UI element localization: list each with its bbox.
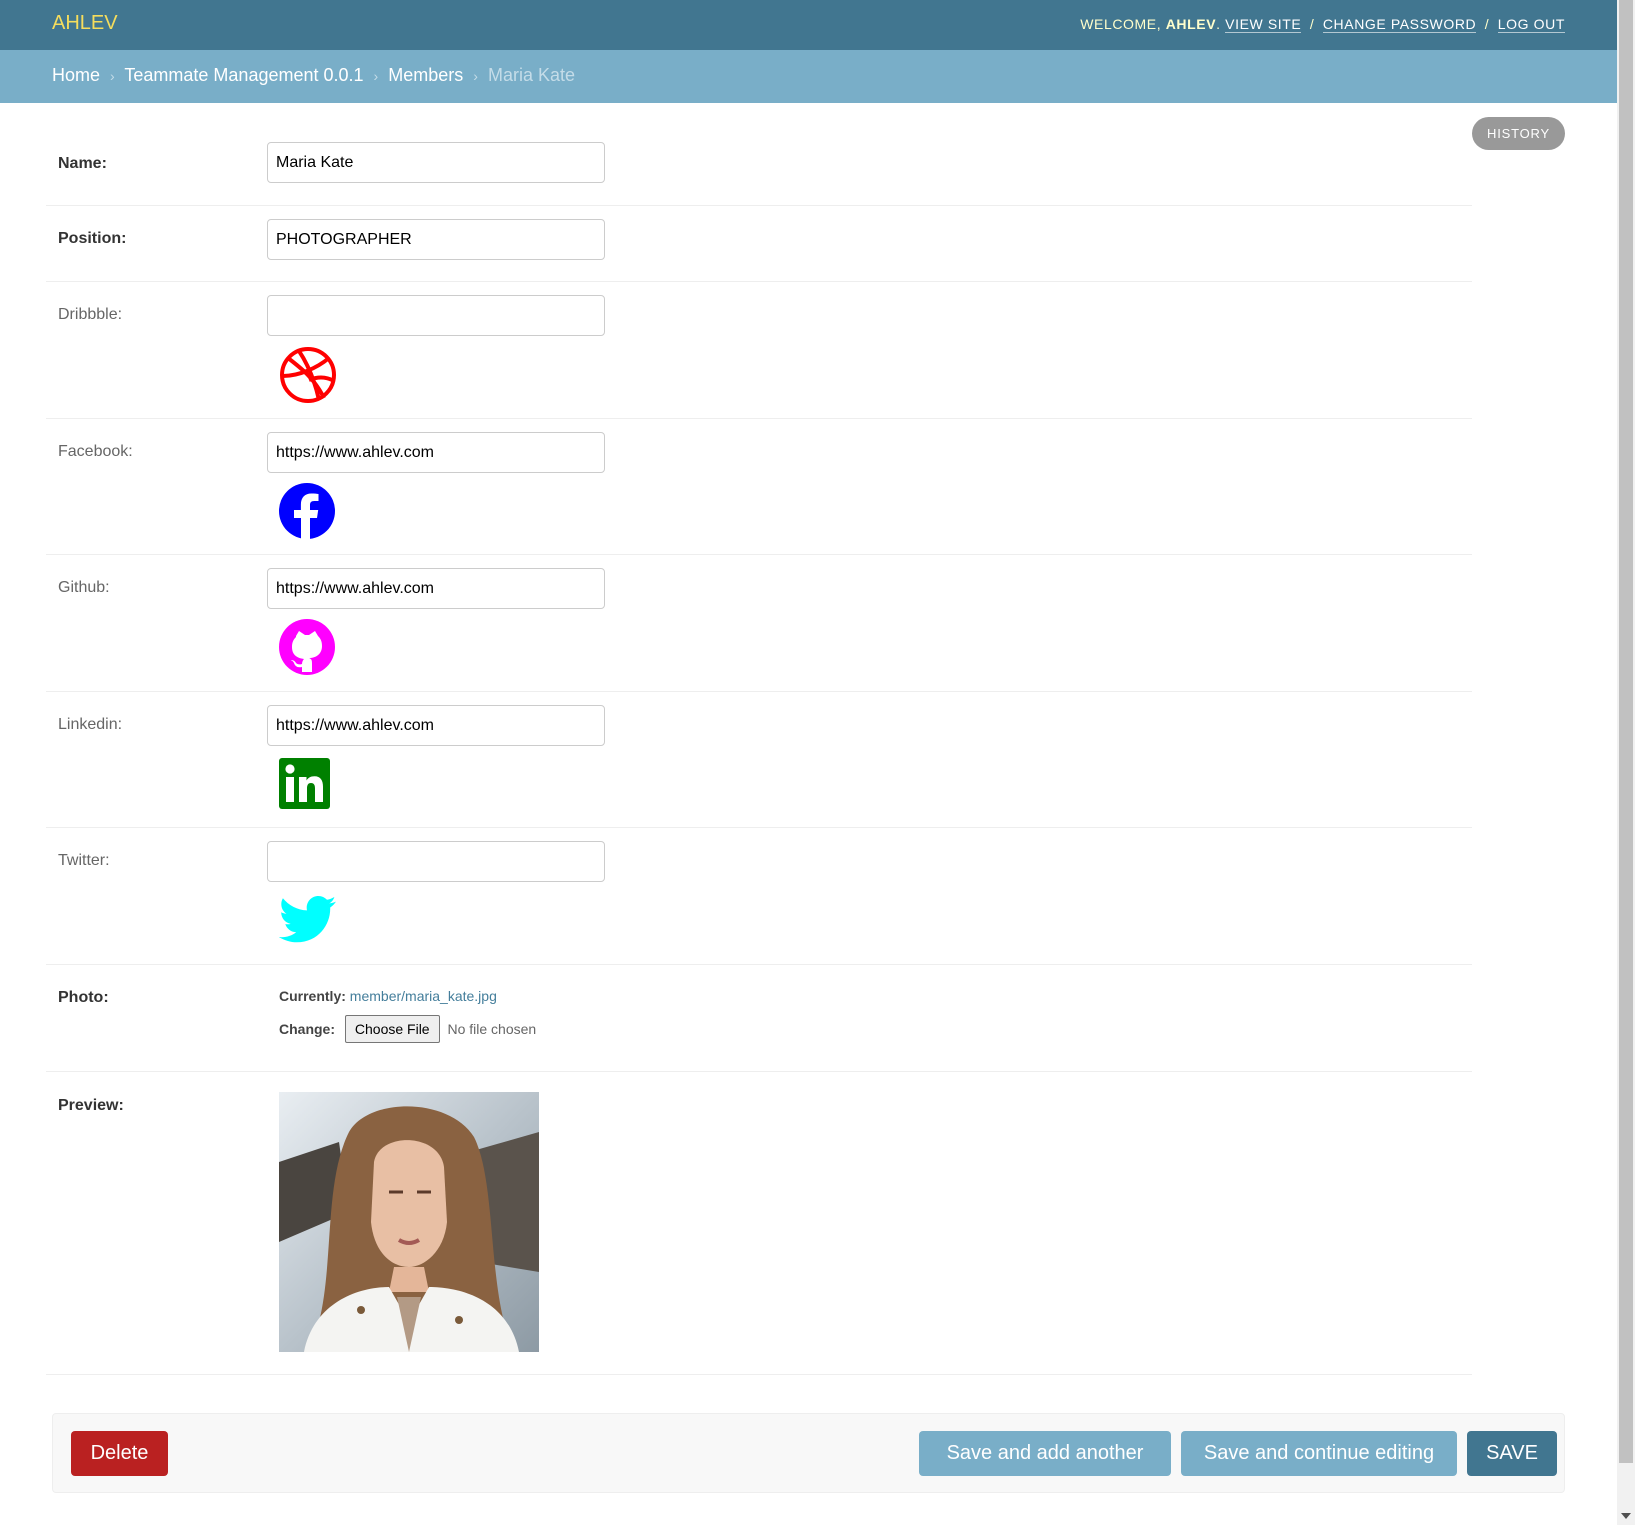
view-site-link[interactable]: VIEW SITE <box>1225 16 1302 33</box>
facebook-label: Facebook: <box>58 443 133 460</box>
site-header: AHLEV WELCOME, AHLEV. VIEW SITE / CHANGE… <box>0 0 1617 50</box>
breadcrumb-separator: › <box>373 68 379 84</box>
separator: / <box>1309 16 1315 32</box>
breadcrumb-members[interactable]: Members <box>388 65 463 85</box>
current-file-link[interactable]: member/maria_kate.jpg <box>350 988 497 1004</box>
save-and-add-another-button[interactable]: Save and add another <box>919 1431 1171 1476</box>
twitter-label: Twitter: <box>58 852 110 869</box>
scroll-down-arrow-icon[interactable] <box>1621 1513 1631 1519</box>
separator: / <box>1484 16 1490 32</box>
linkedin-field[interactable] <box>267 705 605 746</box>
currently-label: Currently: <box>279 988 346 1004</box>
github-icon <box>279 619 335 675</box>
breadcrumb: Home › Teammate Management 0.0.1 › Membe… <box>0 50 1617 103</box>
preview-label: Preview: <box>58 1097 124 1114</box>
dribbble-field[interactable] <box>267 295 605 336</box>
history-button[interactable]: HISTORY <box>1472 117 1565 150</box>
form-row-github: Github: <box>46 555 1472 692</box>
username: AHLEV <box>1165 16 1217 32</box>
breadcrumb-separator: › <box>473 68 478 84</box>
form-row-facebook: Facebook: <box>46 419 1472 555</box>
linkedin-label: Linkedin: <box>58 716 123 733</box>
name-label: Name: <box>58 155 107 172</box>
welcome-text: WELCOME, <box>1080 16 1166 32</box>
facebook-icon <box>279 483 335 539</box>
form-row-twitter: Twitter: <box>46 828 1472 965</box>
github-field[interactable] <box>267 568 605 609</box>
name-field[interactable] <box>267 142 605 183</box>
twitter-icon <box>279 896 336 943</box>
submit-row: Delete Save and add another Save and con… <box>52 1413 1565 1493</box>
linkedin-icon <box>279 758 330 809</box>
change-password-link[interactable]: CHANGE PASSWORD <box>1322 16 1477 33</box>
form-row-position: Position: <box>46 206 1472 282</box>
twitter-field[interactable] <box>267 841 605 882</box>
photo-change: Change: Choose File No file chosen <box>279 1015 536 1043</box>
save-button[interactable]: SAVE <box>1467 1431 1557 1476</box>
change-label: Change: <box>279 1021 335 1037</box>
choose-file-button[interactable]: Choose File <box>344 1015 440 1043</box>
breadcrumb-app[interactable]: Teammate Management 0.0.1 <box>124 65 363 85</box>
form-row-linkedin: Linkedin: <box>46 692 1472 828</box>
github-label: Github: <box>58 579 110 596</box>
log-out-link[interactable]: LOG OUT <box>1497 16 1565 33</box>
save-and-continue-button[interactable]: Save and continue editing <box>1181 1431 1457 1476</box>
facebook-field[interactable] <box>267 432 605 473</box>
position-label: Position: <box>58 230 127 247</box>
scrollbar-thumb[interactable] <box>1619 0 1633 1463</box>
form-row-photo: Photo: Currently: member/maria_kate.jpg … <box>46 965 1472 1072</box>
no-file-text: No file chosen <box>447 1021 537 1037</box>
dribbble-label: Dribbble: <box>58 306 123 323</box>
user-tools: WELCOME, AHLEV. VIEW SITE / CHANGE PASSW… <box>1080 16 1565 33</box>
breadcrumb-separator: › <box>110 68 115 84</box>
position-field[interactable] <box>267 219 605 260</box>
breadcrumb-home[interactable]: Home <box>52 65 100 85</box>
form-row-preview: Preview: <box>46 1072 1472 1375</box>
site-brand[interactable]: AHLEV <box>52 12 118 35</box>
page-scrollbar[interactable] <box>1617 0 1635 1525</box>
delete-button[interactable]: Delete <box>71 1431 168 1476</box>
photo-current: Currently: member/maria_kate.jpg <box>279 988 497 1004</box>
dribbble-icon <box>280 347 336 403</box>
breadcrumb-current: Maria Kate <box>487 65 575 85</box>
form-row-name: Name: <box>46 136 1472 206</box>
photo-preview-image <box>279 1092 539 1352</box>
photo-label: Photo: <box>58 989 109 1006</box>
form-row-dribbble: Dribbble: <box>46 282 1472 419</box>
